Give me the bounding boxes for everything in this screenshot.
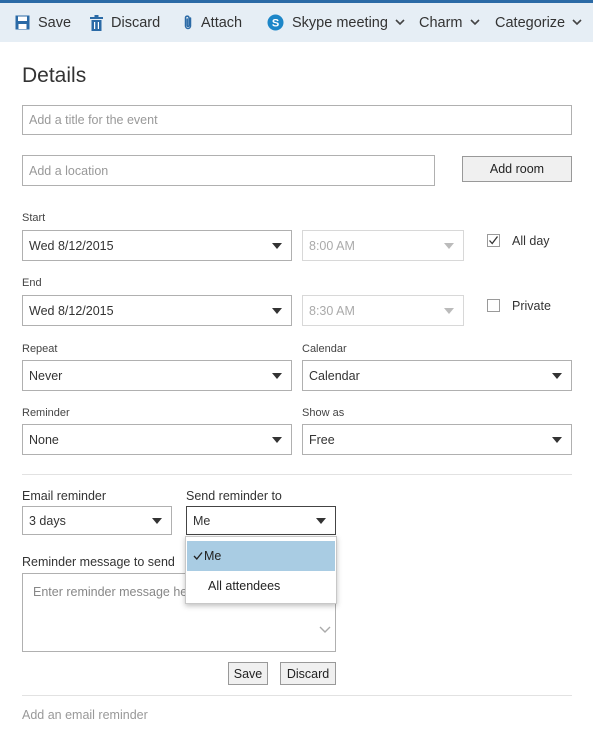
chevron-down-icon: [395, 19, 405, 26]
paperclip-icon: [184, 15, 192, 30]
location-placeholder: Add a location: [29, 163, 109, 178]
end-date-select[interactable]: Wed 8/12/2015: [22, 295, 292, 326]
end-label: End: [22, 277, 42, 289]
private-label: Private: [512, 299, 551, 313]
reminder-label: Reminder: [22, 407, 70, 419]
checkmark-icon: [193, 552, 203, 560]
charm-label: Charm: [419, 14, 463, 31]
all-day-checkbox[interactable]: [487, 234, 500, 247]
dropdown-arrow-icon: [272, 242, 282, 249]
repeat-label: Repeat: [22, 343, 58, 355]
send-reminder-to-label: Send reminder to: [186, 489, 282, 503]
event-title-input[interactable]: Add a title for the event: [22, 105, 572, 135]
send-reminder-to-value: Me: [193, 513, 211, 528]
categorize-toolbar-button[interactable]: Categorize: [495, 3, 582, 42]
attach-toolbar-button[interactable]: Attach: [183, 3, 242, 42]
section-divider: [22, 474, 572, 475]
trash-icon: [90, 14, 103, 31]
skype-icon: S: [267, 14, 284, 31]
dropdown-arrow-icon: [272, 436, 282, 443]
start-label: Start: [22, 212, 46, 224]
end-time-select: 8:30 AM: [302, 295, 464, 326]
calendar-label: Calendar: [302, 343, 347, 355]
dropdown-arrow-icon: [552, 436, 562, 443]
private-checkbox[interactable]: [487, 299, 500, 312]
dropdown-option-all-attendees[interactable]: All attendees: [187, 571, 335, 601]
dropdown-option-label: All attendees: [208, 579, 281, 593]
send-reminder-to-select[interactable]: Me: [186, 506, 336, 535]
save-toolbar-button[interactable]: Save: [15, 3, 71, 42]
repeat-value: Never: [29, 368, 63, 383]
dropdown-option-me[interactable]: Me: [187, 541, 335, 571]
discard-label: Discard: [111, 14, 161, 31]
email-reminder-value: 3 days: [29, 513, 66, 528]
add-room-button[interactable]: Add room: [462, 156, 572, 182]
email-reminder-label: Email reminder: [22, 489, 107, 503]
skype-meeting-toolbar-button[interactable]: S Skype meeting: [267, 3, 405, 42]
end-time-value: 8:30 AM: [309, 303, 355, 318]
dropdown-arrow-icon: [552, 372, 562, 379]
start-date-select[interactable]: Wed 8/12/2015: [22, 230, 292, 261]
checkmark-icon: [489, 236, 499, 245]
end-date-value: Wed 8/12/2015: [29, 303, 114, 318]
chevron-down-icon: [469, 19, 480, 26]
dropdown-arrow-icon: [316, 517, 326, 524]
email-reminder-select[interactable]: 3 days: [22, 506, 172, 535]
discard-toolbar-button[interactable]: Discard: [90, 3, 160, 42]
all-day-label: All day: [512, 234, 550, 248]
reminder-message-placeholder: Enter reminder message here: [33, 585, 199, 599]
reminder-select[interactable]: None: [22, 424, 292, 455]
send-reminder-to-dropdown: Me All attendees: [185, 536, 337, 604]
svg-text:S: S: [272, 18, 279, 30]
categorize-label: Categorize: [495, 14, 566, 31]
charm-toolbar-button[interactable]: Charm: [419, 3, 480, 42]
event-title-placeholder: Add a title for the event: [29, 113, 158, 127]
location-input[interactable]: Add a location: [22, 155, 435, 186]
dropdown-option-label: Me: [204, 549, 222, 563]
section-divider: [22, 695, 572, 696]
reminder-discard-button[interactable]: Discard: [280, 662, 336, 685]
scroll-down-icon[interactable]: [319, 626, 331, 634]
attach-label: Attach: [201, 14, 243, 31]
skype-label: Skype meeting: [292, 14, 388, 31]
reminder-message-label: Reminder message to send: [22, 555, 175, 569]
start-time-select: 8:00 AM: [302, 230, 464, 261]
dropdown-arrow-icon: [272, 307, 282, 314]
start-date-value: Wed 8/12/2015: [29, 238, 114, 253]
calendar-value: Calendar: [309, 368, 360, 383]
add-email-reminder-link[interactable]: Add an email reminder: [22, 708, 148, 722]
show-as-value: Free: [309, 432, 335, 447]
details-heading: Details: [22, 64, 87, 87]
dropdown-arrow-icon: [152, 517, 162, 524]
dropdown-arrow-icon: [444, 307, 454, 314]
dropdown-arrow-icon: [272, 372, 282, 379]
repeat-select[interactable]: Never: [22, 360, 292, 391]
chevron-down-icon: [572, 19, 582, 26]
dropdown-arrow-icon: [444, 242, 454, 249]
show-as-select[interactable]: Free: [302, 424, 572, 455]
command-toolbar: Save Discard Attach S Skype meeting Char…: [0, 0, 593, 42]
save-icon: [15, 15, 30, 30]
start-time-value: 8:00 AM: [309, 238, 355, 253]
reminder-value: None: [29, 432, 59, 447]
calendar-select[interactable]: Calendar: [302, 360, 572, 391]
save-label: Save: [38, 14, 72, 31]
reminder-save-button[interactable]: Save: [228, 662, 268, 685]
show-as-label: Show as: [302, 407, 345, 419]
